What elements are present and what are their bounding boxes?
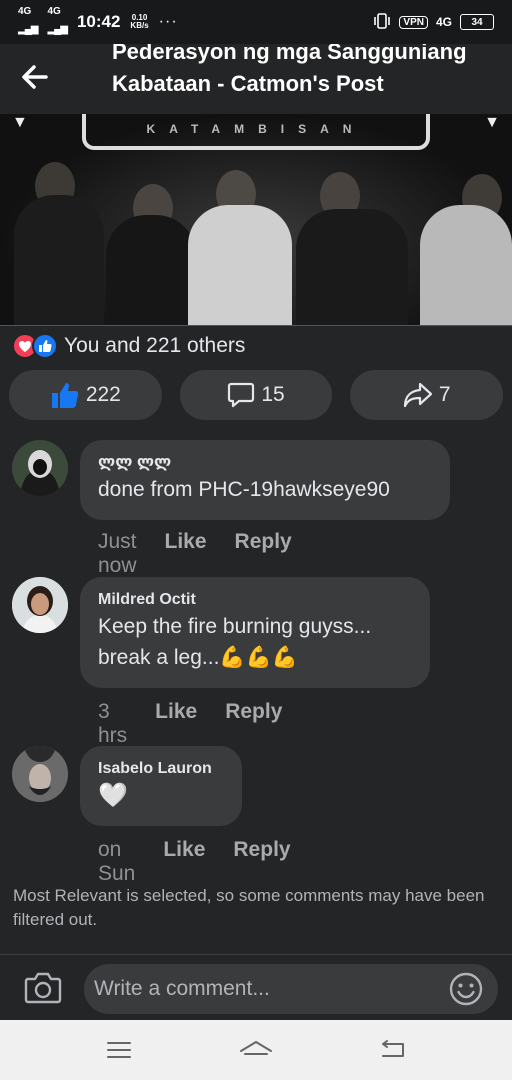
commenter-name[interactable]: ლლ ლლ [98,452,432,474]
back-nav-button[interactable] [373,1035,413,1065]
comment-bubble-icon [228,382,255,408]
comment-reply-button[interactable]: Reply [233,838,290,886]
woman-avatar-icon [12,577,68,633]
avatar[interactable] [12,577,68,633]
comment-time: 3 hrs [98,700,128,747]
smiley-icon [449,972,483,1006]
signal-1: 4G ▂▄▆ [18,6,38,36]
comment-button[interactable]: 15 [179,370,333,420]
comment-bubble[interactable]: Isabelo Lauron 🤍 [80,746,242,826]
commenter-name[interactable]: Mildred Octit [98,589,412,611]
reactions-summary[interactable]: You and 221 others [12,330,245,362]
vibrate-icon [373,12,391,32]
signal-2: 4G ▂▄▆ [47,6,67,36]
man-avatar-icon [12,746,68,802]
vpn-badge: VPN [399,15,428,29]
comment-input[interactable] [84,964,498,1014]
home-nav-button[interactable] [236,1035,276,1065]
camera-button[interactable] [24,971,62,1005]
network-speed: 0.10 KB/s [130,13,149,30]
more-notifications-icon: ··· [158,13,178,30]
hooded-figure-avatar-icon [12,440,68,496]
like-button[interactable]: 222 [9,370,162,420]
image-banner: KATAMBISAN [82,114,430,150]
post-header: Pederasyon ng mga Sangguniang Kabataan -… [0,44,512,114]
filter-note: Most Relevant is selected, so some comme… [13,886,485,929]
comment-like-button[interactable]: Like [165,530,207,578]
comment-meta: Just now Like Reply [98,530,292,578]
camera-icon [24,972,62,1004]
comment-reply-button[interactable]: Reply [235,530,292,578]
comment-like-button[interactable]: Like [155,700,197,748]
avatar[interactable] [12,746,68,802]
comment-reply-button[interactable]: Reply [225,700,282,748]
share-arrow-icon [403,382,432,408]
system-nav-bar [0,1020,512,1080]
signal-bars-icon: ▂▄▆ [47,24,67,35]
comment-text-line-2: break a leg...💪💪💪 [98,646,298,669]
comment-count: 15 [261,383,285,406]
reactions-text: You and 221 others [64,334,246,357]
thumbs-up-icon [51,383,79,408]
home-icon [239,1041,272,1055]
like-count: 222 [85,383,121,406]
comment-bubble[interactable]: Mildred Octit Keep the fire burning guys… [80,577,430,688]
status-bar: 4G ▂▄▆ 4G ▂▄▆ 10:42 0.10 KB/s ··· VPN 4G… [0,0,512,44]
comment-meta: on Sun Like Reply [98,838,291,886]
signal-bars-icon: ▂▄▆ [18,24,38,35]
emoji-button[interactable] [448,971,484,1007]
back-arrow-icon [22,65,48,89]
clock: 10:42 [76,12,121,31]
back-button[interactable] [20,62,50,92]
page-title[interactable]: Pederasyon ng mga Sangguniang Kabataan -… [112,44,492,100]
comment-text: 🤍 [98,782,128,809]
post-actions: 222 15 7 [9,370,504,420]
comment-time: on Sun [98,838,136,885]
commenter-name[interactable]: Isabelo Lauron [98,758,224,780]
like-reaction-icon [32,333,58,359]
chevron-left-icon: ▼ [12,114,28,131]
menu-lines-icon [106,1042,131,1058]
menu-nav-button[interactable] [99,1035,139,1065]
post-image[interactable]: ▼ ▼ KATAMBISAN [0,114,512,326]
return-icon [382,1040,405,1057]
battery-level: 34 [471,16,483,28]
avatar[interactable] [12,440,68,496]
comment-bubble[interactable]: ლლ ლლ done from PHC-19hawkseye90 [80,440,450,520]
comment-text: done from PHC-19hawkseye90 [98,478,390,501]
comment-like-button[interactable]: Like [163,838,205,886]
comment-meta: 3 hrs Like Reply [98,700,282,748]
share-count: 7 [438,383,451,406]
chevron-right-icon: ▼ [484,114,500,131]
comment-text-line-1: Keep the fire burning guyss... [98,615,372,638]
share-button[interactable]: 7 [350,370,504,420]
battery-icon: 34 [460,14,494,30]
comment-composer [0,954,512,1020]
network-4g-right: 4G [435,15,452,29]
comment-time: Just now [98,530,137,577]
